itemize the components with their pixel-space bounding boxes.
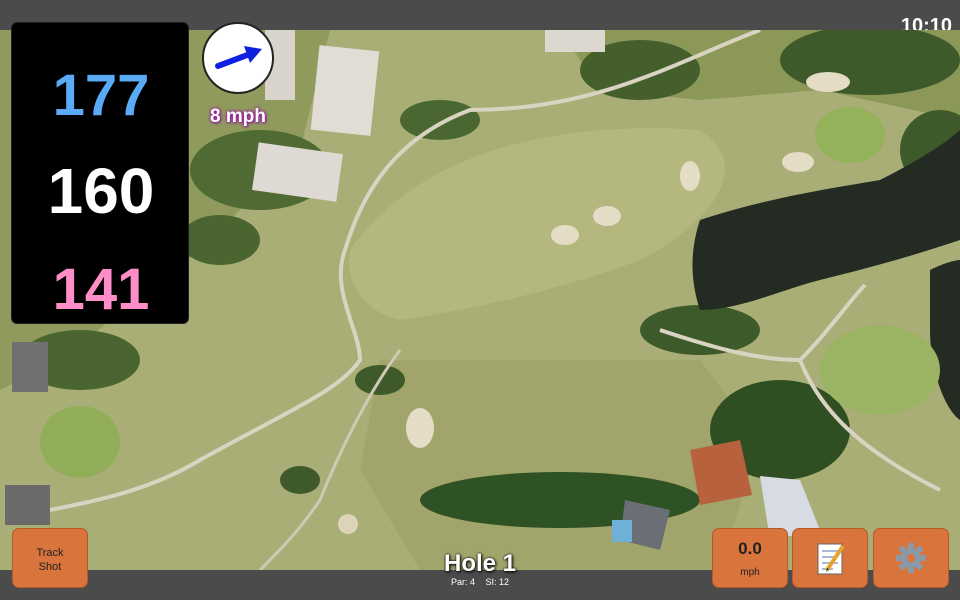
notepad-icon <box>817 543 845 575</box>
front-yardage: 141 <box>52 257 150 322</box>
track-shot-label-line2: Shot <box>38 561 62 573</box>
hole-info: Par: 4 SI: 12 <box>380 577 580 587</box>
track-shot-label-line1: Track <box>36 547 64 559</box>
wind-indicator <box>202 22 274 94</box>
yardage-panel: 177 160 141 <box>11 22 189 324</box>
settings-button[interactable] <box>873 528 949 588</box>
wind-speed-label: 8 mph <box>210 106 266 127</box>
hole-stroke-index: SI: 12 <box>485 577 510 587</box>
back-yardage: 177 <box>52 63 150 128</box>
wind-arrow-icon <box>215 46 262 69</box>
hole-title: Hole 1 <box>443 550 517 577</box>
hole-par: Par: 4 <box>450 577 475 587</box>
track-shot-button[interactable]: Track Shot <box>12 528 88 588</box>
scorecard-notes-button[interactable] <box>792 528 868 588</box>
middle-yardage: 160 <box>47 155 155 227</box>
gear-icon <box>896 543 926 573</box>
speed-value: 0.0 <box>738 539 762 558</box>
speed-unit: mph <box>740 567 760 578</box>
speed-button[interactable]: 0.0 mph <box>712 528 788 588</box>
